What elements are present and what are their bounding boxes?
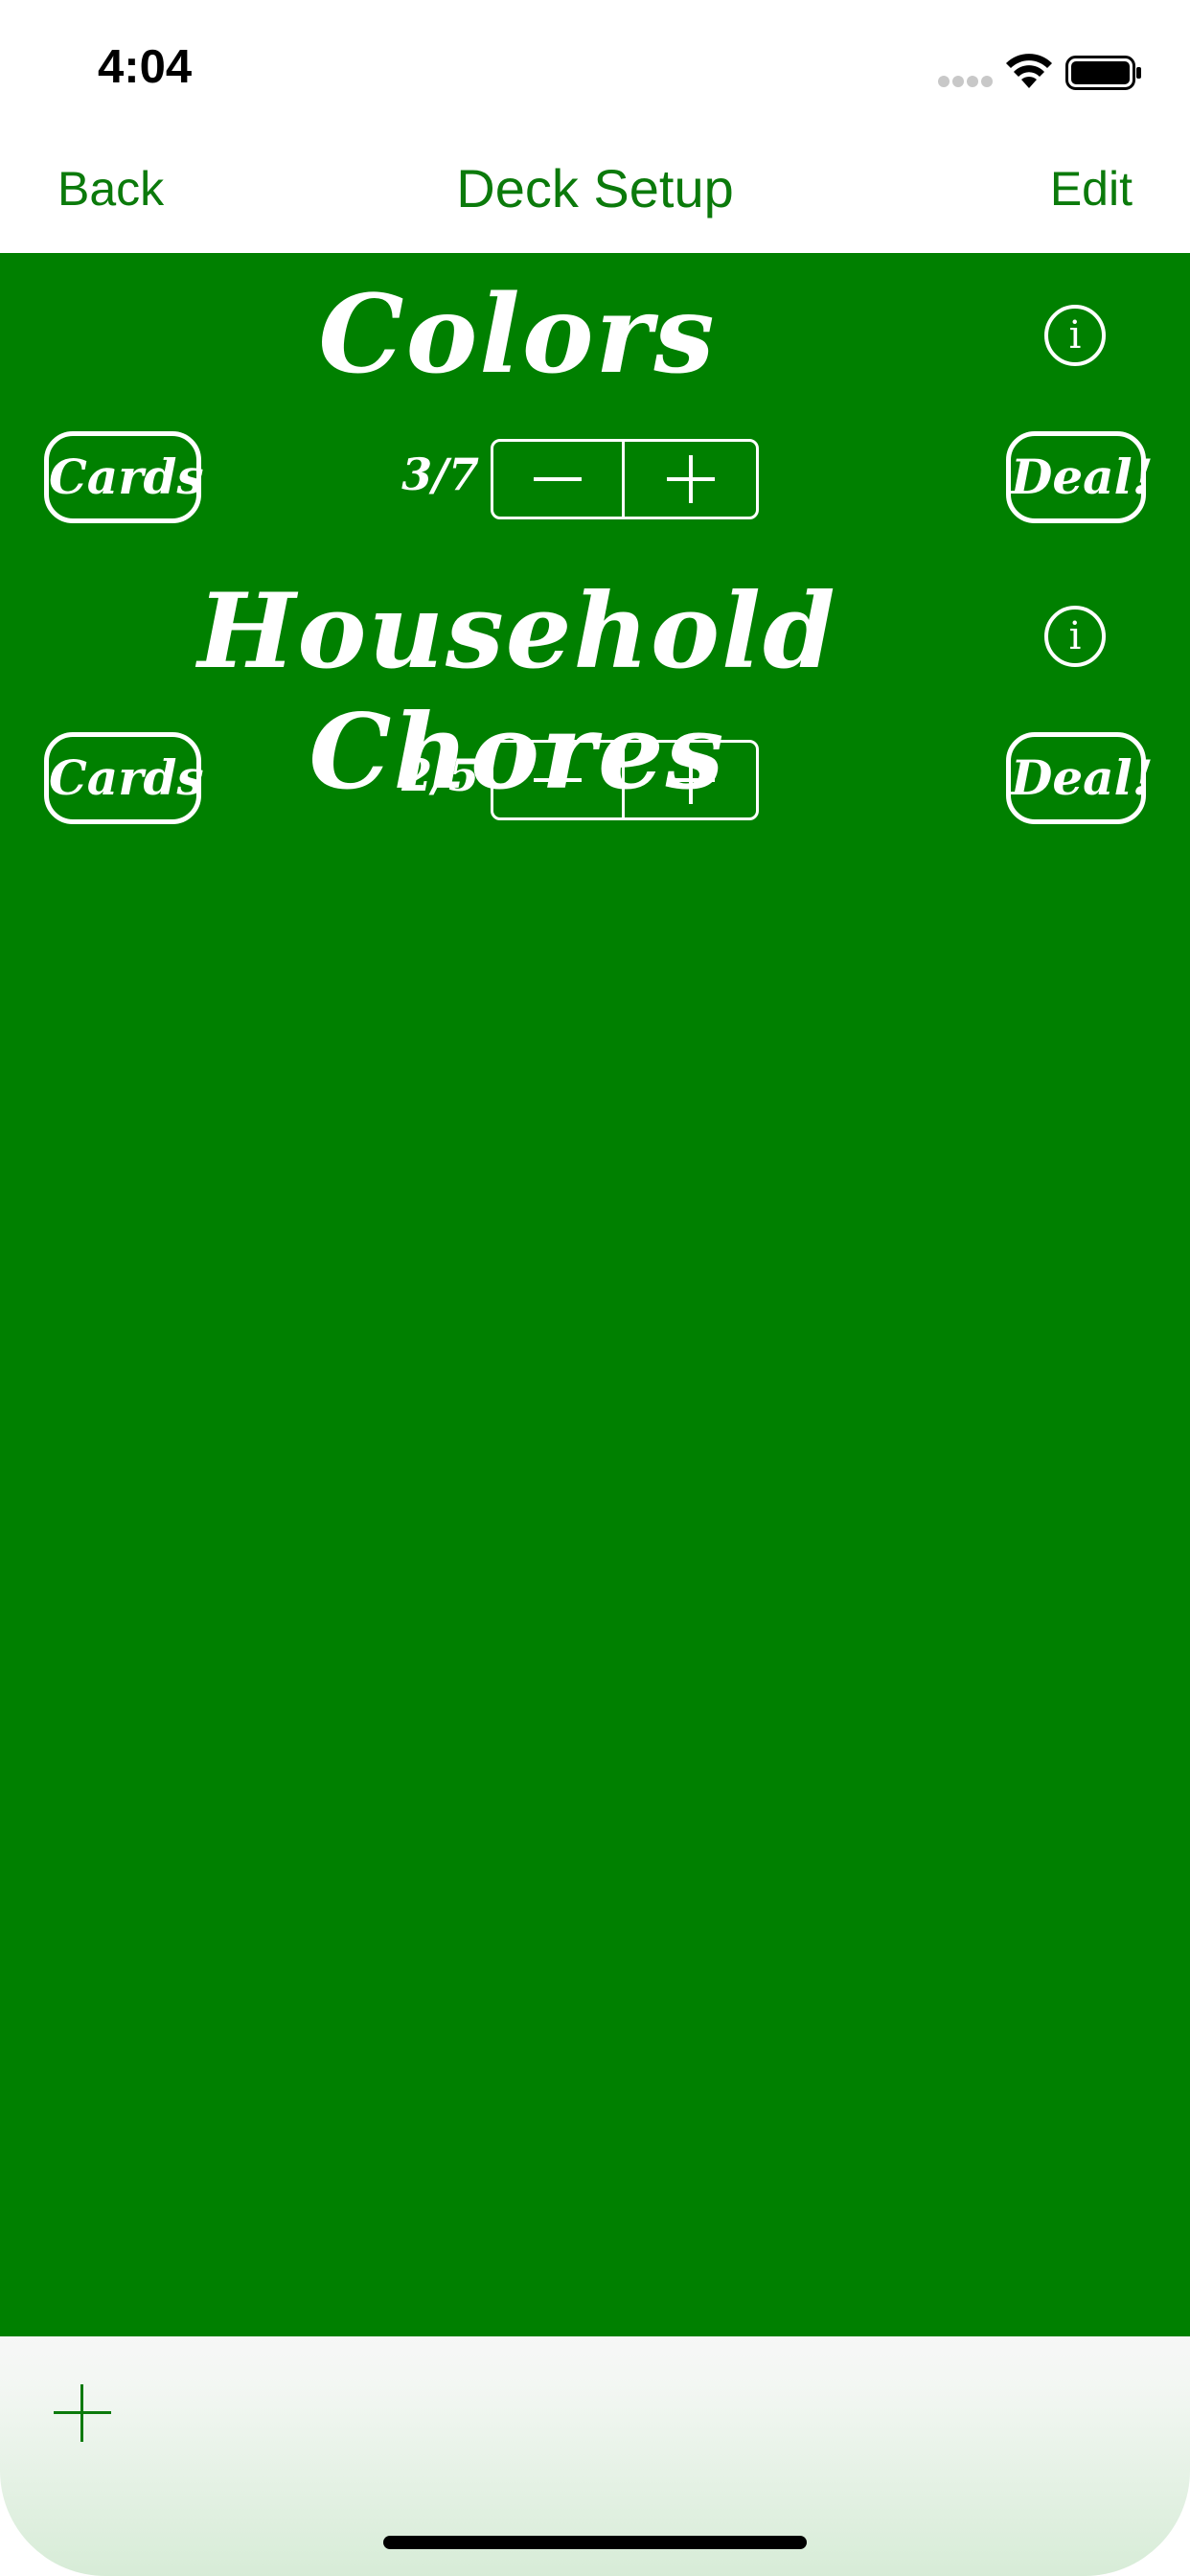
count-stepper[interactable] [491, 439, 759, 519]
minus-icon [534, 477, 582, 481]
status-bar: 4:04 [0, 0, 1190, 144]
deal-button[interactable]: Deal! [1006, 431, 1154, 523]
decrement-button[interactable] [493, 442, 625, 517]
cards-button[interactable]: Cards [44, 732, 204, 824]
deck-title: Colors [318, 272, 717, 398]
battery-icon [1065, 56, 1141, 90]
signal-icon [938, 76, 993, 87]
add-deck-button[interactable] [54, 2384, 111, 2442]
edit-button[interactable]: Edit [1050, 161, 1133, 217]
increment-button[interactable] [625, 743, 756, 817]
minus-icon [534, 778, 582, 782]
count-stepper[interactable] [491, 740, 759, 820]
deal-count: 2/5 [401, 749, 479, 801]
decrement-button[interactable] [493, 743, 625, 817]
info-icon[interactable]: i [1044, 606, 1106, 667]
deal-count: 3/7 [401, 448, 479, 500]
plus-icon [666, 455, 715, 503]
home-indicator[interactable] [383, 2536, 807, 2549]
plus-icon [666, 756, 715, 804]
navigation-bar: Back Deck Setup Edit [0, 144, 1190, 253]
deck-list: Colors i Cards 3/7 Deal! Household Chore… [0, 253, 1190, 2336]
deal-button[interactable]: Deal! [1006, 732, 1154, 824]
page-title: Deck Setup [456, 158, 734, 218]
status-time: 4:04 [98, 41, 193, 93]
cards-button[interactable]: Cards [44, 431, 204, 523]
increment-button[interactable] [625, 442, 756, 517]
info-icon[interactable]: i [1044, 305, 1106, 366]
wifi-icon [1006, 54, 1052, 88]
